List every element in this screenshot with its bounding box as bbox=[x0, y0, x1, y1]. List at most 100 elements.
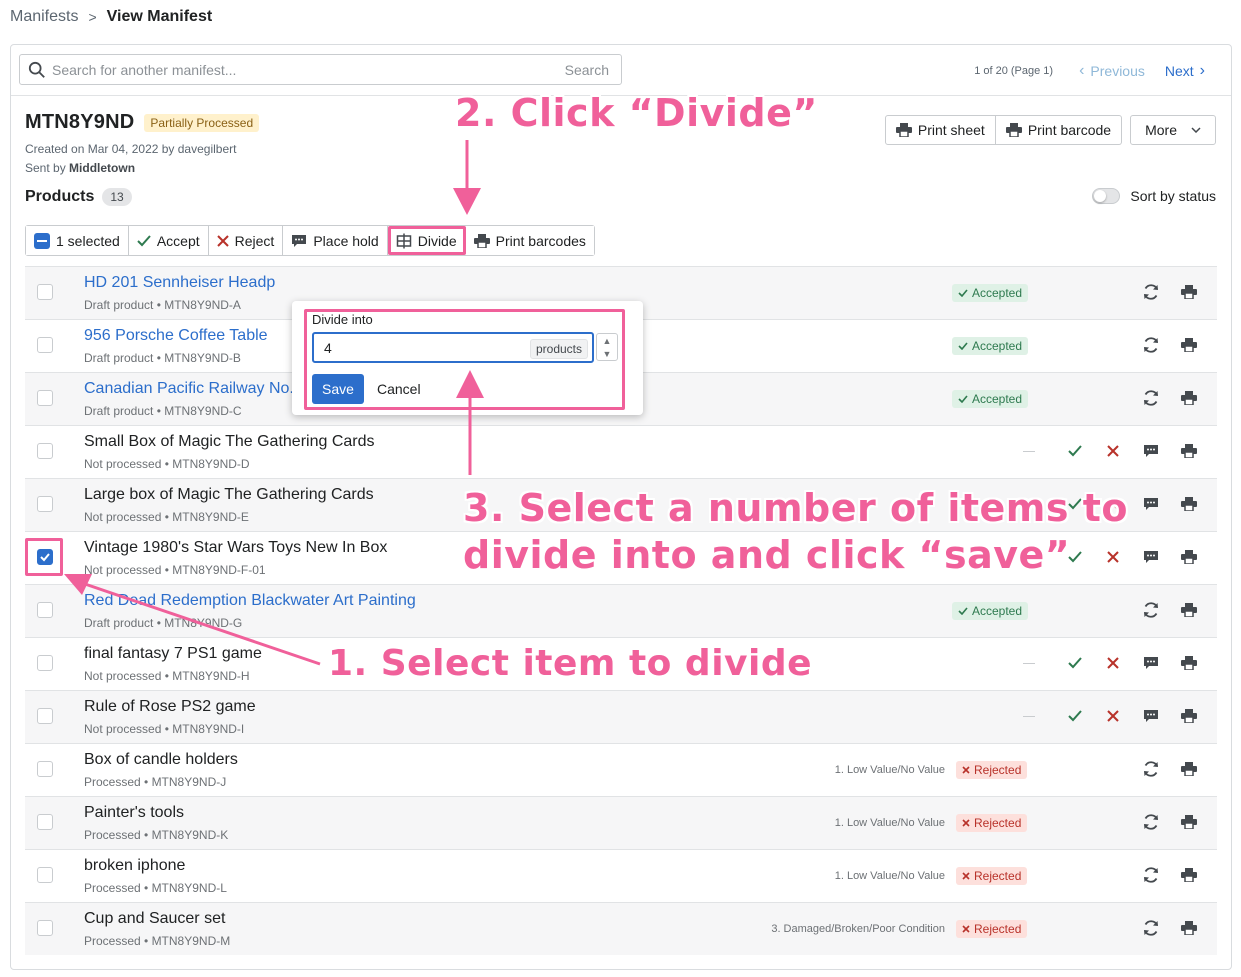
refresh-icon[interactable] bbox=[1140, 864, 1162, 886]
row-checkbox[interactable] bbox=[37, 284, 53, 300]
refresh-icon[interactable] bbox=[1140, 387, 1162, 409]
page-info: 1 of 20 (Page 1) bbox=[974, 65, 1054, 77]
product-subtitle: Not processed • MTN8Y9ND-H bbox=[84, 669, 250, 683]
hold-dash-icon[interactable] bbox=[1018, 652, 1040, 674]
printer-icon[interactable] bbox=[1178, 387, 1200, 409]
bulk-select-checkbox[interactable] bbox=[34, 232, 50, 249]
comment-icon[interactable] bbox=[1140, 546, 1162, 568]
check-icon bbox=[958, 392, 968, 406]
chevron-up-icon[interactable]: ▲ bbox=[603, 336, 612, 346]
row-checkbox[interactable] bbox=[37, 337, 53, 353]
comment-icon[interactable] bbox=[1140, 493, 1162, 515]
row-checkbox[interactable] bbox=[37, 761, 53, 777]
product-subtitle: Processed • MTN8Y9ND-K bbox=[84, 828, 229, 842]
divide-icon bbox=[396, 233, 411, 248]
divide-label: Divide bbox=[417, 232, 457, 249]
manifest-title-row: MTN8Y9ND Partially Processed bbox=[25, 111, 260, 134]
printer-icon[interactable] bbox=[1178, 864, 1200, 886]
row-checkbox[interactable] bbox=[37, 920, 53, 936]
printer-icon[interactable] bbox=[1178, 652, 1200, 674]
printer-icon[interactable] bbox=[1178, 917, 1200, 939]
quantity-stepper[interactable]: ▲ ▼ bbox=[596, 333, 618, 361]
row-checkbox[interactable] bbox=[37, 867, 53, 883]
product-subtitle: Processed • MTN8Y9ND-M bbox=[84, 934, 231, 948]
product-name: broken iphone bbox=[84, 857, 186, 874]
breadcrumb-current: View Manifest bbox=[106, 8, 213, 25]
row-checkbox[interactable] bbox=[37, 390, 53, 406]
accept-check-icon[interactable] bbox=[1064, 652, 1086, 674]
reject-cross-icon[interactable] bbox=[1102, 652, 1124, 674]
reject-button[interactable]: Reject bbox=[208, 226, 284, 255]
row-checkbox[interactable] bbox=[37, 655, 53, 671]
printer-icon[interactable] bbox=[1178, 705, 1200, 727]
chevron-down-icon bbox=[1191, 127, 1201, 133]
status-label: Rejected bbox=[974, 922, 1022, 936]
more-button[interactable]: More bbox=[1130, 115, 1216, 145]
search-button[interactable]: Search bbox=[565, 62, 609, 78]
printer-icon[interactable] bbox=[1178, 334, 1200, 356]
comment-icon[interactable] bbox=[1140, 440, 1162, 462]
print-barcodes-button[interactable]: Print barcodes bbox=[465, 226, 594, 255]
product-row: Red Dead Redemption Blackwater Art Paint… bbox=[25, 584, 1217, 637]
status-badge: Accepted bbox=[952, 284, 1029, 302]
check-icon bbox=[958, 604, 968, 618]
printer-icon[interactable] bbox=[1178, 493, 1200, 515]
divide-button[interactable]: Divide bbox=[387, 226, 466, 255]
comment-icon[interactable] bbox=[1140, 705, 1162, 727]
print-sheet-button[interactable]: Print sheet bbox=[884, 115, 996, 145]
product-name[interactable]: 956 Porsche Coffee Table bbox=[84, 327, 268, 345]
refresh-icon[interactable] bbox=[1140, 334, 1162, 356]
check-icon bbox=[137, 234, 151, 246]
sort-toggle-switch[interactable] bbox=[1092, 188, 1121, 204]
breadcrumb: Manifests > View Manifest bbox=[10, 6, 212, 28]
reject-cross-icon[interactable] bbox=[1102, 705, 1124, 727]
print-barcode-button[interactable]: Print barcode bbox=[995, 115, 1123, 145]
next-button[interactable]: Next › bbox=[1165, 62, 1211, 80]
printer-icon[interactable] bbox=[1178, 281, 1200, 303]
next-label: Next bbox=[1164, 63, 1194, 79]
reject-cross-icon[interactable] bbox=[1102, 546, 1124, 568]
printer-icon[interactable] bbox=[1178, 440, 1200, 462]
reject-reason: 3. Damaged/Broken/Poor Condition bbox=[771, 923, 945, 935]
save-button[interactable]: Save bbox=[312, 374, 364, 404]
printer-icon[interactable] bbox=[1178, 599, 1200, 621]
annotation-step2: 2. Click “Divide” bbox=[455, 91, 818, 135]
row-checkbox[interactable] bbox=[37, 602, 53, 618]
refresh-icon[interactable] bbox=[1140, 281, 1162, 303]
place-hold-button[interactable]: Place hold bbox=[283, 226, 388, 255]
printer-icon[interactable] bbox=[1178, 758, 1200, 780]
accept-check-icon[interactable] bbox=[1064, 705, 1086, 727]
refresh-icon[interactable] bbox=[1140, 758, 1162, 780]
refresh-icon[interactable] bbox=[1140, 599, 1162, 621]
printer-icon[interactable] bbox=[1178, 546, 1200, 568]
search-input[interactable] bbox=[46, 60, 565, 79]
cancel-button[interactable]: Cancel bbox=[377, 381, 421, 397]
reject-cross-icon[interactable] bbox=[1102, 440, 1124, 462]
divide-into-label: Divide into bbox=[312, 312, 373, 327]
product-row: Small Box of Magic The Gathering Cards No… bbox=[25, 425, 1217, 478]
row-checkbox[interactable] bbox=[37, 814, 53, 830]
sort-by-status[interactable]: Sort by status bbox=[1092, 188, 1216, 204]
divide-quantity-input[interactable]: 4 products bbox=[312, 332, 594, 363]
sent-by-location: Middletown bbox=[69, 161, 136, 175]
refresh-icon[interactable] bbox=[1140, 811, 1162, 833]
hold-dash-icon[interactable] bbox=[1018, 440, 1040, 462]
row-checkbox[interactable] bbox=[37, 708, 53, 724]
printer-icon[interactable] bbox=[1178, 811, 1200, 833]
status-badge: Rejected bbox=[956, 761, 1028, 779]
row-checkbox[interactable] bbox=[37, 443, 53, 459]
accept-button[interactable]: Accept bbox=[128, 226, 209, 255]
comment-icon[interactable] bbox=[1140, 652, 1162, 674]
product-name: Large box of Magic The Gathering Cards bbox=[84, 486, 374, 503]
product-name[interactable]: Red Dead Redemption Blackwater Art Paint… bbox=[84, 592, 416, 610]
hold-dash-icon[interactable] bbox=[1018, 705, 1040, 727]
accept-check-icon[interactable] bbox=[1064, 440, 1086, 462]
row-checkbox[interactable] bbox=[37, 496, 53, 512]
product-name[interactable]: HD 201 Sennheiser Headp bbox=[84, 274, 275, 292]
breadcrumb-manifests-link[interactable]: Manifests bbox=[10, 8, 78, 26]
chevron-down-icon[interactable]: ▼ bbox=[603, 349, 612, 359]
refresh-icon[interactable] bbox=[1140, 917, 1162, 939]
previous-button[interactable]: ‹ Previous bbox=[1073, 62, 1145, 80]
selected-count-button[interactable]: 1 selected bbox=[26, 226, 129, 255]
product-subtitle: Draft product • MTN8Y9ND-B bbox=[84, 351, 241, 365]
